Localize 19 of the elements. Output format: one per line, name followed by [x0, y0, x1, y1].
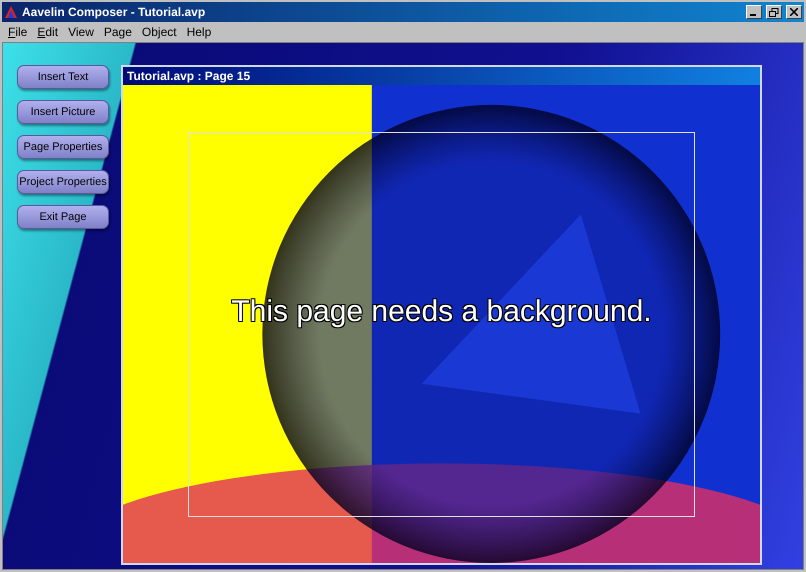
app-logo-icon	[4, 5, 18, 19]
menu-item[interactable]: File	[4, 25, 32, 39]
restore-button[interactable]	[766, 5, 782, 19]
restore-icon	[769, 8, 779, 16]
sidebar-button[interactable]: Insert Picture	[17, 100, 109, 124]
menu-item[interactable]: Help	[182, 25, 216, 39]
page-window-title: Tutorial.avp : Page 15	[127, 69, 250, 83]
window-title: Aavelin Composer - Tutorial.avp	[22, 5, 206, 19]
sidebar-button[interactable]: Project Properties	[17, 170, 109, 194]
minimize-button[interactable]	[746, 5, 762, 19]
menu-item[interactable]: Object	[138, 25, 181, 39]
close-button[interactable]	[786, 5, 802, 19]
menu-item[interactable]: Edit	[33, 25, 62, 39]
close-icon	[790, 8, 798, 16]
sidebar-button[interactable]: Exit Page	[17, 205, 109, 229]
sidebar-button[interactable]: Insert Text	[17, 65, 109, 89]
menu-item[interactable]: View	[64, 25, 98, 39]
menu-item[interactable]: Page	[100, 25, 136, 39]
sidebar-button[interactable]: Page Properties	[17, 135, 109, 159]
